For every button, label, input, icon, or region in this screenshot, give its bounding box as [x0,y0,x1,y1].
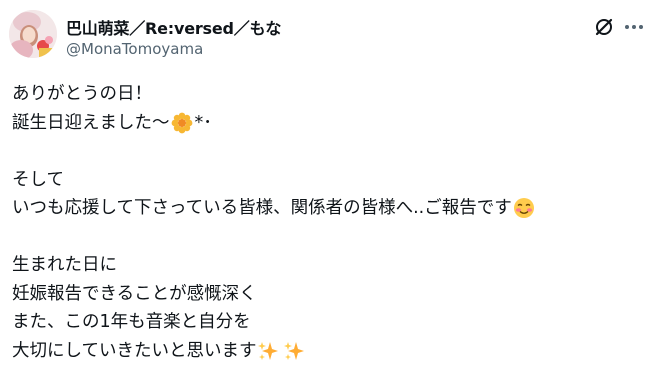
profile-photo [9,10,57,58]
post-line: 大切にしていきたいと思います [12,337,652,365]
blossom-emoji-icon [171,112,193,134]
display-name[interactable]: 巴山萌菜／Re:versed／もな [66,15,281,39]
post-line: ありがとうの日！ [12,80,652,109]
more-button[interactable] [622,15,646,39]
grok-icon [594,17,614,37]
sparkles-emoji-icon [257,340,279,362]
avatar[interactable] [9,10,57,58]
post-line: また、この1年も音楽と自分を [12,308,652,337]
post-line: そして [12,166,652,195]
more-dots-icon [624,24,644,30]
smiling-blush-emoji-icon [513,197,535,219]
sparkles-emoji-icon [283,340,305,362]
grok-button[interactable] [592,15,616,39]
post-line: 生まれた日に [12,251,652,280]
post-text: ありがとうの日！ 誕生日迎えました〜 *･ そして いつも応援して下さっている皆… [12,80,652,365]
blank-line [12,137,652,166]
user-handle[interactable]: @MonaTomoyama [66,40,203,58]
post-line: 誕生日迎えました〜 *･ [12,109,652,138]
blank-line [12,223,652,252]
post-header: 巴山萌菜／Re:versed／もな @MonaTomoyama [0,0,662,68]
post-line: 妊娠報告できることが感慨深く [12,280,652,309]
post-line: いつも応援して下さっている皆様、関係者の皆様へ..ご報告です [12,194,652,223]
